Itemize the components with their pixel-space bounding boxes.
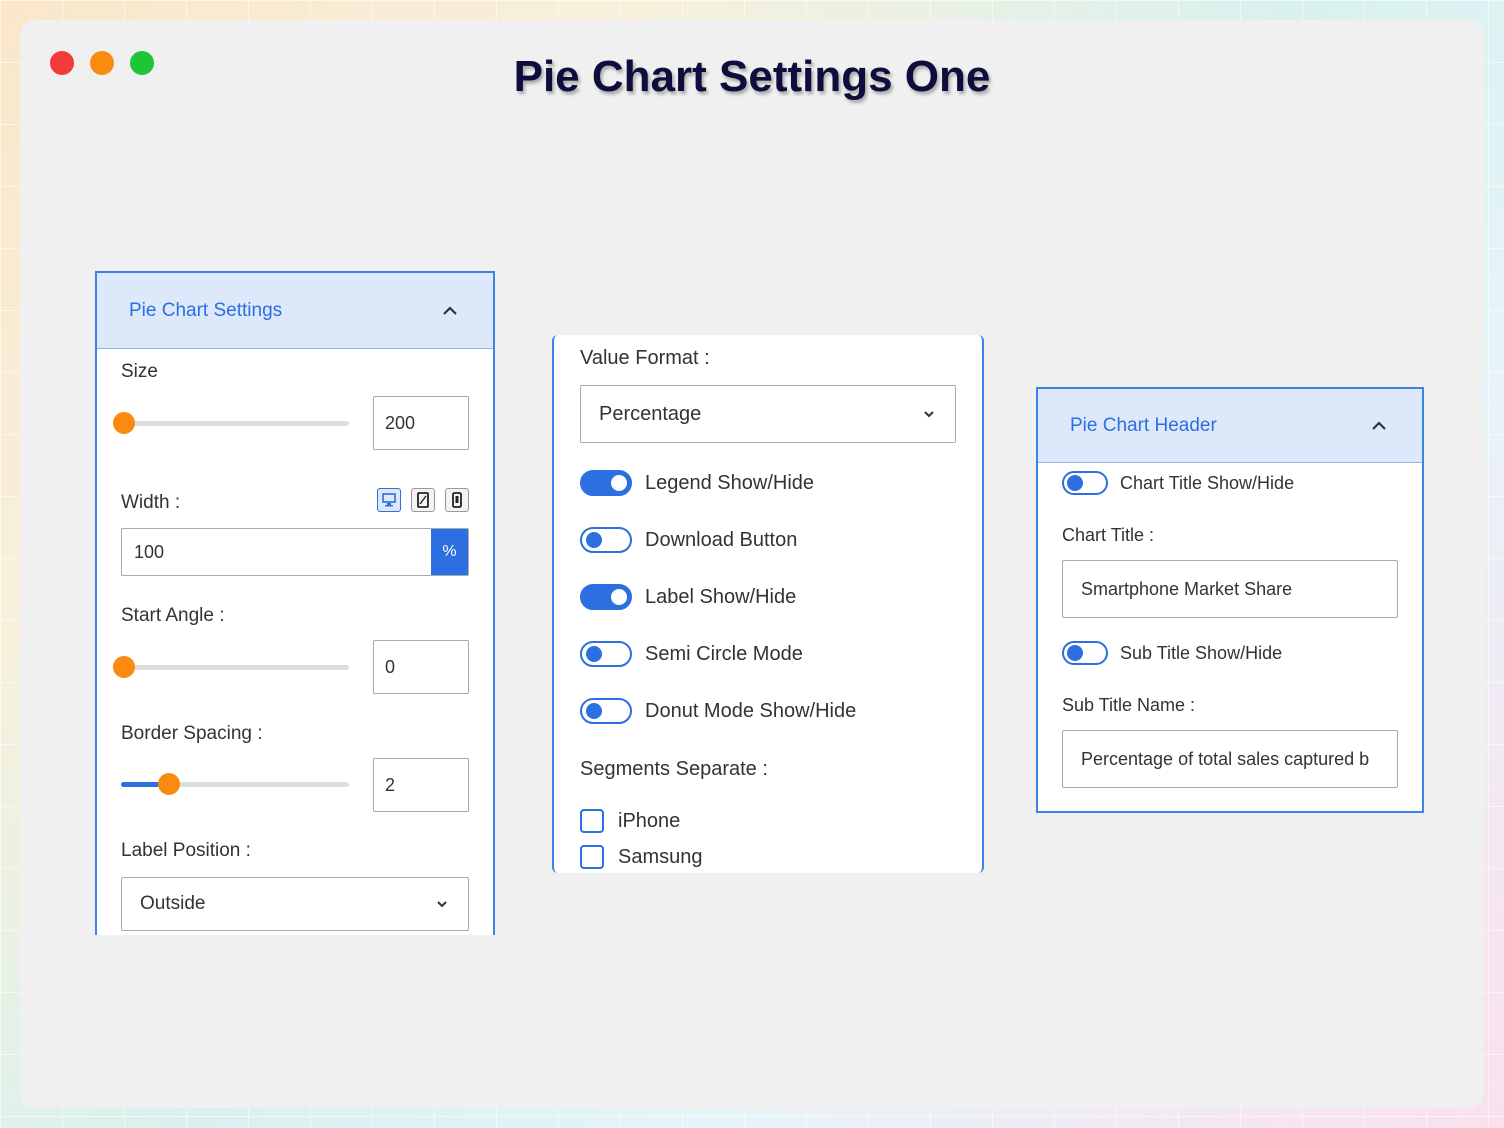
border-spacing-label: Border Spacing : <box>121 723 263 744</box>
value-format-panel: Value Format : Percentage Legend Show/Hi… <box>552 335 984 873</box>
download-toggle-row[interactable]: Download Button <box>580 527 797 553</box>
width-value: 100 <box>134 541 165 562</box>
sub-title-label: Sub Title Name : <box>1062 695 1196 715</box>
label-position-label: Label Position : <box>121 840 251 861</box>
chart-title-toggle-row[interactable]: Chart Title Show/Hide <box>1062 471 1294 495</box>
width-input[interactable]: 100 % <box>121 528 469 576</box>
legend-toggle-label: Legend Show/Hide <box>645 471 815 494</box>
desktop-icon[interactable] <box>377 488 401 512</box>
download-toggle-label: Download Button <box>645 528 798 551</box>
settings-panel-title: Pie Chart Settings <box>129 299 283 321</box>
download-toggle[interactable] <box>580 527 632 553</box>
sub-title-toggle-label: Sub Title Show/Hide <box>1120 642 1283 663</box>
tablet-icon[interactable] <box>411 488 435 512</box>
value-format-label: Value Format : <box>580 347 710 369</box>
size-slider-thumb[interactable] <box>113 412 135 434</box>
label-position-select[interactable]: Outside <box>121 877 469 931</box>
label-toggle-row[interactable]: Label Show/Hide <box>580 584 796 610</box>
chevron-up-icon[interactable] <box>439 300 461 322</box>
chevron-down-icon <box>924 411 934 418</box>
border-spacing-slider-thumb[interactable] <box>158 773 180 795</box>
label-toggle[interactable] <box>580 584 632 610</box>
semi-circle-toggle-row[interactable]: Semi Circle Mode <box>580 641 803 667</box>
semi-circle-toggle-label: Semi Circle Mode <box>645 642 803 665</box>
size-slider[interactable] <box>113 412 349 434</box>
label-position-value: Outside <box>140 893 206 914</box>
app-window: Pie Chart Settings One Pie Chart Setting… <box>20 20 1484 1108</box>
start-angle-input[interactable]: 0 <box>373 640 469 694</box>
start-angle-slider-thumb[interactable] <box>113 656 135 678</box>
segment-iphone-checkbox[interactable] <box>580 809 604 833</box>
segment-samsung-row[interactable]: Samsung <box>580 845 703 869</box>
header-panel-title: Pie Chart Header <box>1070 414 1217 436</box>
sub-title-input[interactable]: Percentage of total sales captured b <box>1062 730 1398 788</box>
segment-iphone-row[interactable]: iPhone <box>580 809 680 833</box>
chevron-down-icon <box>437 901 447 908</box>
size-input[interactable]: 200 <box>373 396 469 450</box>
chart-title-toggle-label: Chart Title Show/Hide <box>1120 472 1295 493</box>
sub-title-toggle[interactable] <box>1062 641 1108 665</box>
donut-toggle-row[interactable]: Donut Mode Show/Hide <box>580 698 856 724</box>
chart-title-toggle[interactable] <box>1062 471 1108 495</box>
start-angle-label: Start Angle : <box>121 605 225 626</box>
pie-chart-settings-panel: Pie Chart Settings Size 200 Width : 100 … <box>95 271 495 935</box>
label-toggle-label: Label Show/Hide <box>645 585 797 608</box>
segment-samsung-label: Samsung <box>618 845 703 868</box>
chart-title-label: Chart Title : <box>1062 525 1155 545</box>
start-angle-slider[interactable] <box>113 656 349 678</box>
donut-toggle-label: Donut Mode Show/Hide <box>645 699 857 722</box>
chevron-up-icon[interactable] <box>1368 415 1390 437</box>
chart-title-input[interactable]: Smartphone Market Share <box>1062 560 1398 618</box>
value-format-value: Percentage <box>599 402 702 425</box>
mobile-icon[interactable] <box>445 488 469 512</box>
pie-chart-header-panel: Pie Chart Header Chart Title Show/Hide C… <box>1036 387 1424 813</box>
settings-panel-header[interactable]: Pie Chart Settings <box>97 273 493 349</box>
segment-iphone-label: iPhone <box>618 809 681 832</box>
header-panel-header[interactable]: Pie Chart Header <box>1038 389 1422 463</box>
segment-samsung-checkbox[interactable] <box>580 845 604 869</box>
size-label: Size <box>121 361 158 382</box>
legend-toggle[interactable] <box>580 470 632 496</box>
width-label: Width : <box>121 492 181 513</box>
width-unit-button[interactable]: % <box>431 529 468 575</box>
border-spacing-input[interactable]: 2 <box>373 758 469 812</box>
page-title: Pie Chart Settings One <box>513 52 991 101</box>
semi-circle-toggle[interactable] <box>580 641 632 667</box>
border-spacing-slider[interactable] <box>121 773 349 795</box>
sub-title-toggle-row[interactable]: Sub Title Show/Hide <box>1062 641 1282 665</box>
donut-toggle[interactable] <box>580 698 632 724</box>
segments-label: Segments Separate : <box>580 758 768 780</box>
value-format-select[interactable]: Percentage <box>580 385 956 443</box>
legend-toggle-row[interactable]: Legend Show/Hide <box>580 470 814 496</box>
